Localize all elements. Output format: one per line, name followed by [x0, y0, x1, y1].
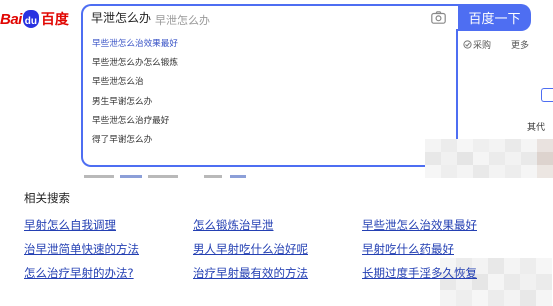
- related-search-link[interactable]: 怎么锻炼治早泄: [193, 217, 274, 233]
- suggestion-item[interactable]: 早些泄怎么治效果最好: [83, 35, 456, 54]
- search-button[interactable]: 百度一下: [458, 4, 531, 31]
- suggestion-item[interactable]: 早些泄怎么治: [83, 73, 456, 92]
- related-search-link[interactable]: 怎么治疗早射的办法?: [24, 265, 134, 281]
- hidden-result-line: [84, 172, 254, 180]
- related-search-link[interactable]: 长期过度手淫多久恢复: [362, 265, 477, 281]
- procurement-icon: [463, 40, 472, 49]
- logo-text-bai: Bai: [0, 10, 22, 28]
- related-search-link[interactable]: 早射吃什么药最好: [362, 241, 454, 257]
- suggestion-item[interactable]: 早些泄怎么办怎么锻炼: [83, 54, 456, 73]
- camera-icon[interactable]: [431, 11, 446, 24]
- logo-text-du: du: [24, 16, 37, 27]
- suggestion-item[interactable]: 早些泄怎么治疗最好: [83, 112, 456, 131]
- side-panel-icon[interactable]: [541, 88, 553, 102]
- baidu-logo[interactable]: Bai du 百度: [0, 6, 69, 32]
- search-hint: 早泄怎么办: [155, 14, 210, 27]
- related-search-title: 相关搜索: [24, 191, 70, 205]
- logo-text-cn: 百度: [40, 12, 69, 28]
- blurred-image-mosaic: [425, 139, 553, 178]
- search-box: 早泄怎么办: [81, 4, 458, 31]
- suggestion-item[interactable]: 得了早谢怎么办: [83, 131, 456, 150]
- related-search-link[interactable]: 早些泄怎么治效果最好: [362, 217, 477, 233]
- nav-link-procurement-label: 采购: [473, 41, 492, 51]
- side-text-fragment: 其代: [527, 123, 546, 133]
- related-search-link[interactable]: 早射怎么自我调理: [24, 217, 116, 233]
- related-search-link[interactable]: 治疗早射最有效的方法: [193, 265, 308, 281]
- baidu-paw-icon: du: [22, 10, 39, 28]
- nav-link-procurement[interactable]: 采购: [463, 38, 491, 51]
- nav-link-more[interactable]: 更多: [511, 38, 529, 51]
- related-search-link[interactable]: 男人早射吃什么治好呢: [193, 241, 308, 257]
- suggestion-item[interactable]: 男生早谢怎么办: [83, 93, 456, 112]
- suggestion-dropdown: 早些泄怎么治效果最好 早些泄怎么办怎么锻炼 早些泄怎么治 男生早谢怎么办 早些泄…: [81, 29, 458, 167]
- related-search-link[interactable]: 治早泄简单快速的方法: [24, 241, 139, 257]
- search-input[interactable]: [91, 10, 351, 24]
